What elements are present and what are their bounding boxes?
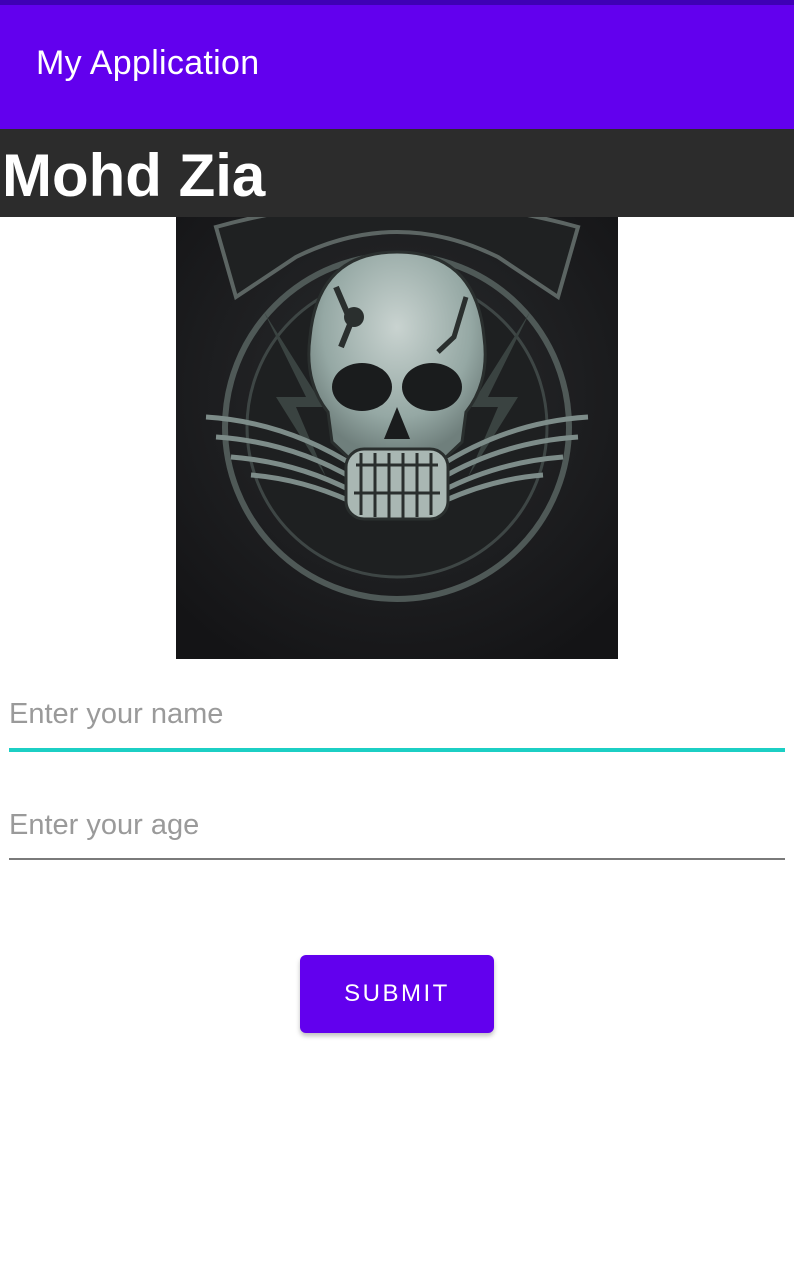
name-banner-text: Mohd Zia bbox=[2, 142, 266, 209]
name-input[interactable] bbox=[9, 694, 785, 734]
age-input-underline bbox=[9, 858, 785, 860]
app-bar: My Application bbox=[0, 5, 794, 129]
submit-button[interactable]: SUBMIT bbox=[300, 955, 494, 1033]
skull-emblem-icon bbox=[176, 217, 618, 659]
name-field[interactable] bbox=[9, 694, 785, 752]
age-field[interactable] bbox=[9, 805, 785, 860]
age-input[interactable] bbox=[9, 805, 785, 845]
profile-image bbox=[176, 217, 618, 659]
name-input-underline bbox=[9, 748, 785, 752]
app-title: My Application bbox=[36, 44, 260, 82]
